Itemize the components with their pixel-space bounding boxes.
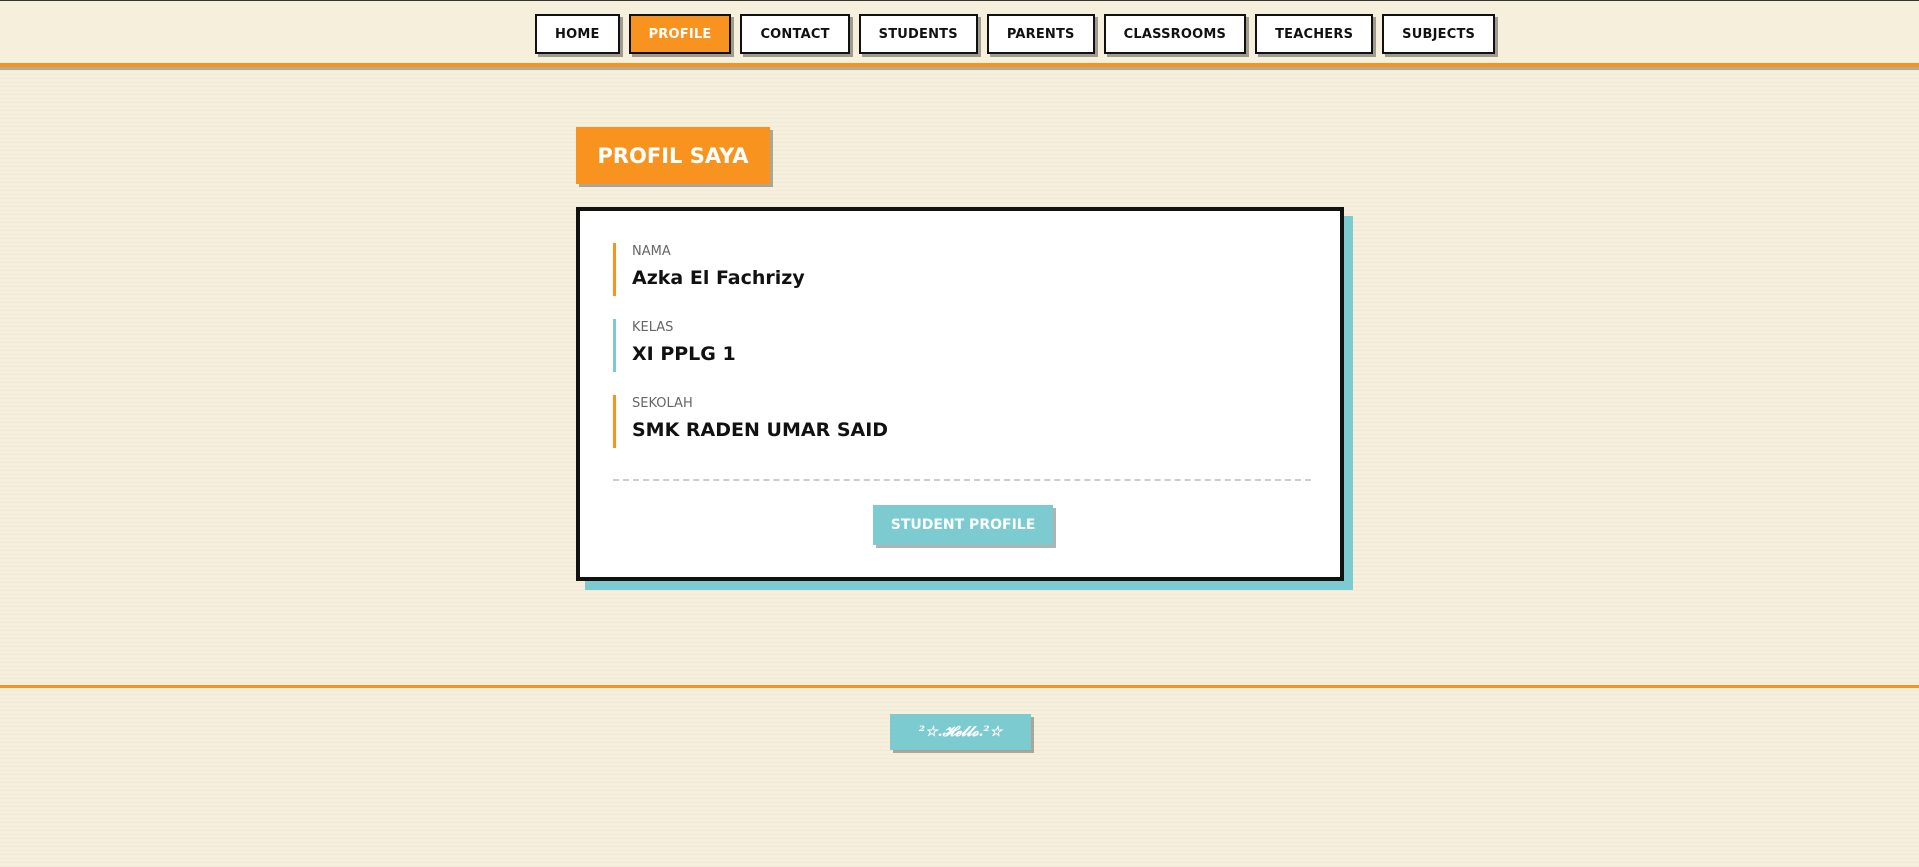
nav-teachers-button[interactable]: TEACHERS [1255, 14, 1374, 54]
student-profile-button[interactable]: STUDENT PROFILE [873, 505, 1053, 545]
nav-parents-button[interactable]: PARENTS [986, 14, 1095, 54]
card-divider [613, 479, 1311, 481]
field-kelas: KELAS XI PPLG 1 [613, 319, 1213, 372]
field-sekolah: SEKOLAH SMK RADEN UMAR SAID [613, 395, 1213, 448]
nav-profile-button[interactable]: PROFILE [628, 14, 732, 54]
main-nav: HOME PROFILE CONTACT STUDENTS PARENTS CL… [535, 14, 1496, 54]
hello-badge: ²☆.𝓗𝓮𝓵𝓵𝓸.²☆ [890, 714, 1031, 750]
nav-contact-button[interactable]: CONTACT [740, 14, 850, 54]
field-label-nama: NAMA [632, 244, 671, 259]
nav-home-button[interactable]: HOME [535, 14, 620, 54]
field-label-kelas: KELAS [632, 320, 674, 335]
top-navbar: HOME PROFILE CONTACT STUDENTS PARENTS CL… [0, 0, 1919, 67]
footer-divider [0, 685, 1919, 688]
page-title: PROFIL SAYA [576, 127, 770, 184]
field-value-nama: Azka El Fachrizy [632, 267, 805, 289]
nav-students-button[interactable]: STUDENTS [858, 14, 978, 54]
field-nama: NAMA Azka El Fachrizy [613, 243, 1213, 296]
field-label-sekolah: SEKOLAH [632, 396, 693, 411]
field-value-sekolah: SMK RADEN UMAR SAID [632, 419, 889, 441]
nav-subjects-button[interactable]: SUBJECTS [1382, 14, 1496, 54]
field-value-kelas: XI PPLG 1 [632, 343, 736, 365]
nav-classrooms-button[interactable]: CLASSROOMS [1103, 14, 1247, 54]
profile-card: NAMA Azka El Fachrizy KELAS XI PPLG 1 SE… [576, 207, 1344, 581]
